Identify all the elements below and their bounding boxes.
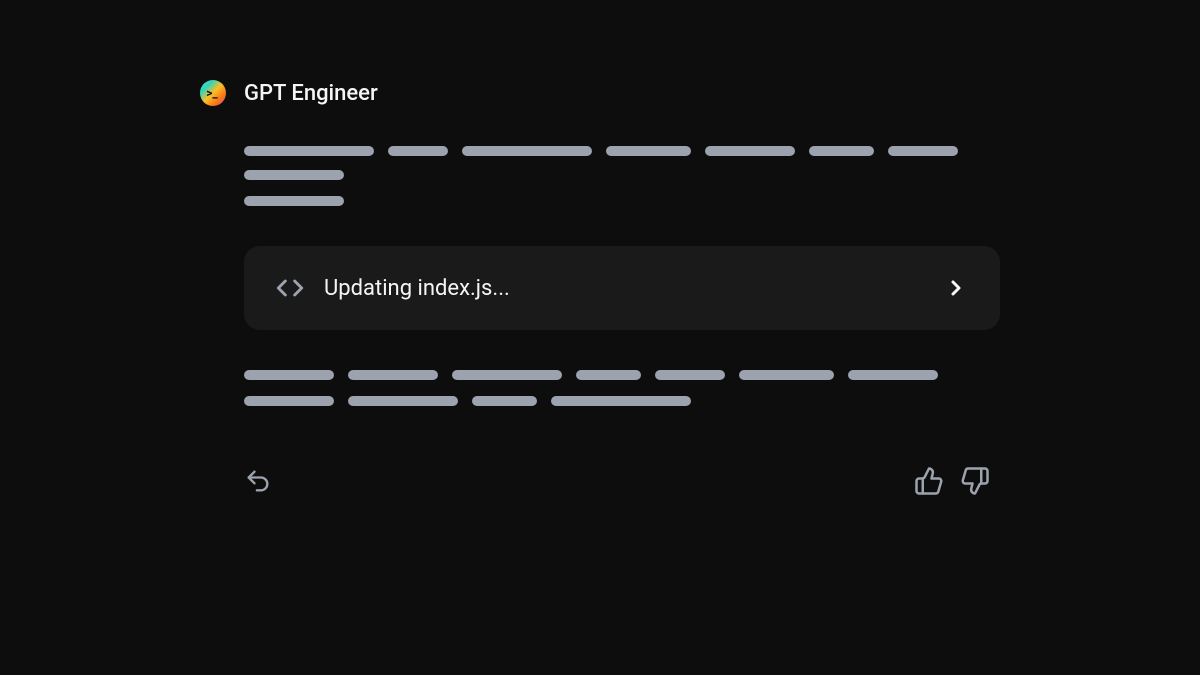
skeleton-bottom-row1 [244, 370, 1000, 380]
assistant-name: GPT Engineer [244, 81, 378, 106]
chevron-right-icon [944, 276, 968, 300]
skeleton-bar [551, 396, 691, 406]
skeleton-bar [606, 146, 691, 156]
skeleton-bar [462, 146, 592, 156]
actions-left [244, 467, 272, 495]
message-header: >_ GPT Engineer [200, 80, 1000, 106]
skeleton-bar [244, 170, 344, 180]
code-card-content: Updating index.js... [276, 274, 510, 302]
code-update-card[interactable]: Updating index.js... [244, 246, 1000, 330]
skeleton-bar [244, 196, 344, 206]
skeleton-bar [388, 146, 448, 156]
message-actions [200, 466, 1000, 496]
skeleton-bar [472, 396, 537, 406]
skeleton-bar [576, 370, 641, 380]
skeleton-bar [848, 370, 938, 380]
skeleton-bar [244, 396, 334, 406]
skeleton-top-row1 [244, 146, 1000, 180]
skeleton-top-row2 [244, 196, 1000, 206]
skeleton-bar [655, 370, 725, 380]
thumbs-down-button[interactable] [960, 466, 990, 496]
skeleton-bar [888, 146, 958, 156]
skeleton-bar [348, 396, 458, 406]
code-status-text: Updating index.js... [324, 276, 510, 301]
avatar: >_ [200, 80, 226, 106]
thumbs-up-button[interactable] [914, 466, 944, 496]
skeleton-bar [244, 146, 374, 156]
code-icon [276, 274, 304, 302]
avatar-symbol: >_ [206, 86, 218, 100]
undo-button[interactable] [244, 467, 272, 495]
skeleton-bar [705, 146, 795, 156]
message-content: Updating index.js... [200, 146, 1000, 406]
skeleton-bottom-row2 [244, 396, 1000, 406]
skeleton-bar [809, 146, 874, 156]
skeleton-bar [244, 370, 334, 380]
skeleton-bar [452, 370, 562, 380]
skeleton-bar [348, 370, 438, 380]
skeleton-bar [739, 370, 834, 380]
actions-right [914, 466, 990, 496]
